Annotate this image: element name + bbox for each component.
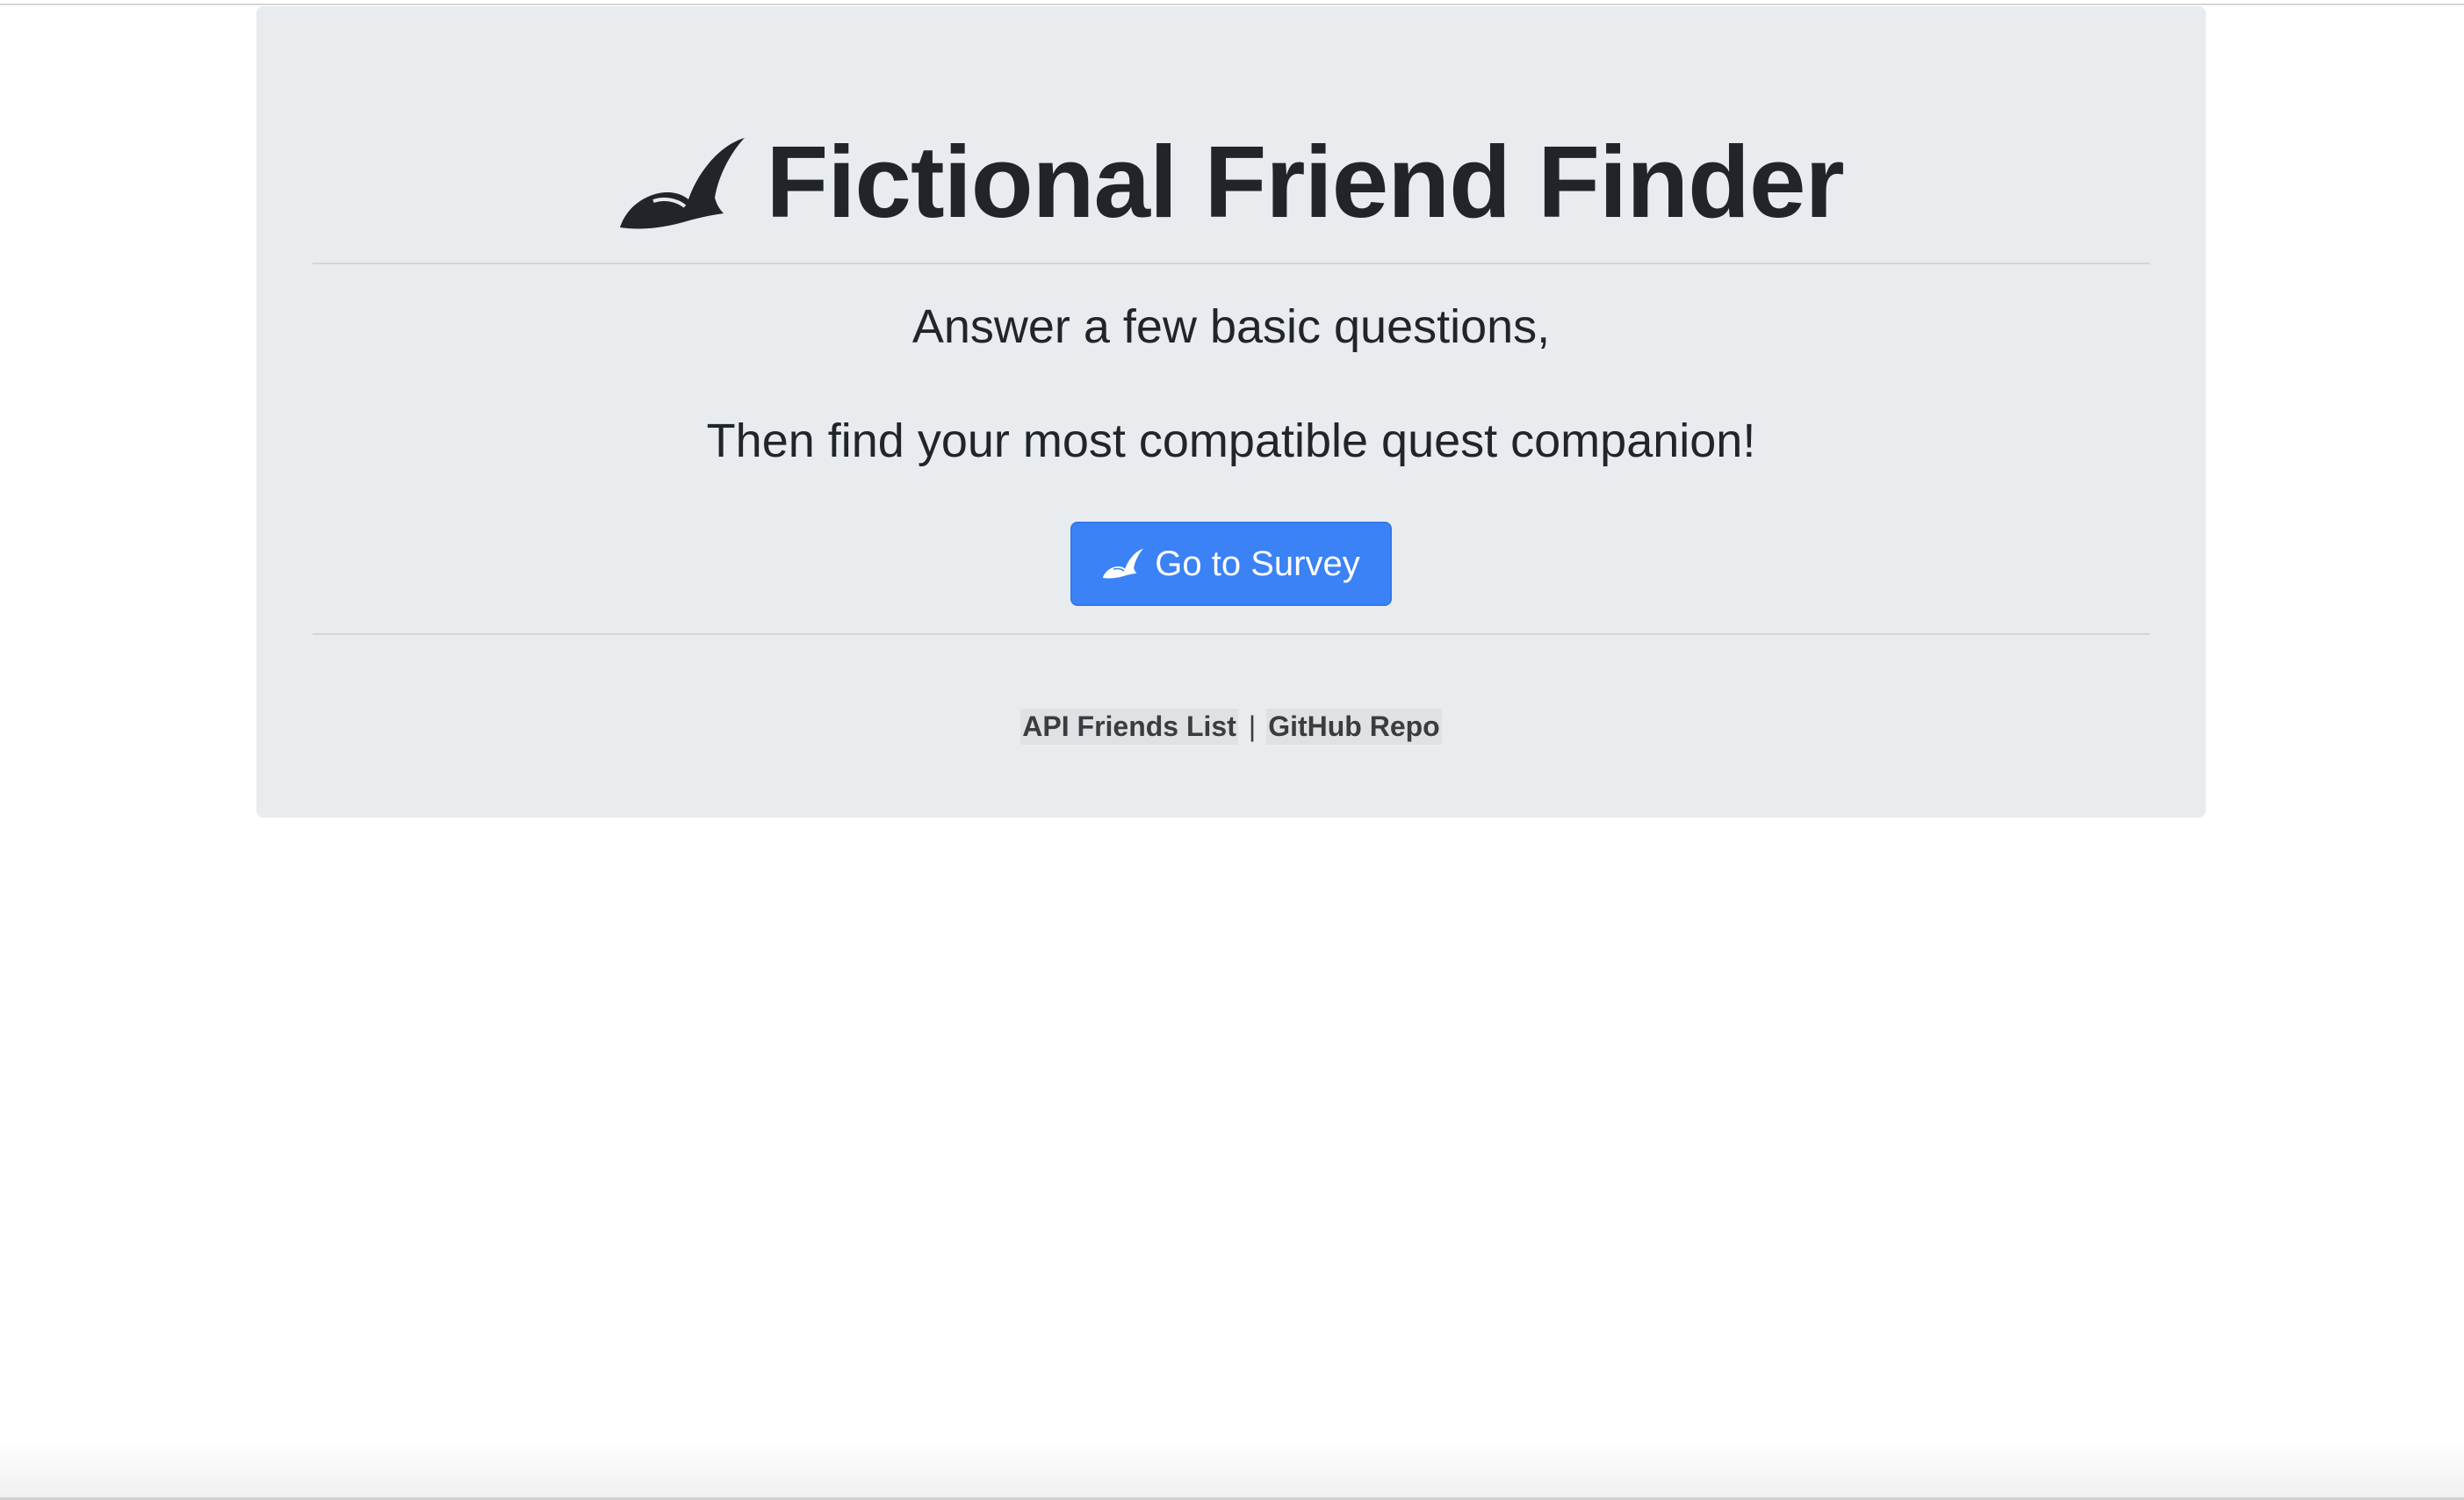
lead-text-2: Then find your most compatible quest com…	[706, 415, 1756, 467]
button-wrapper: Go to Survey	[256, 522, 2206, 606]
title-row: Fictional Friend Finder	[256, 120, 2206, 243]
window-bottom-edge	[0, 1440, 2464, 1500]
page-title: Fictional Friend Finder	[766, 125, 1844, 239]
link-separator: |	[1248, 710, 1257, 742]
lead-text-1: Answer a few basic questions,	[911, 300, 1551, 353]
feathered-hat-icon	[1103, 548, 1144, 579]
api-friends-list-link[interactable]: API Friends List	[1020, 709, 1238, 745]
go-to-survey-label: Go to Survey	[1155, 544, 1360, 583]
footer-links: API Friends List | GitHub Repo	[256, 709, 2206, 745]
jumbotron: Fictional Friend Finder Answer a few bas…	[256, 6, 2206, 818]
feathered-hat-icon	[620, 138, 746, 229]
github-repo-link[interactable]: GitHub Repo	[1266, 709, 1442, 745]
go-to-survey-button[interactable]: Go to Survey	[1070, 522, 1392, 606]
divider	[313, 263, 2150, 264]
divider	[313, 633, 2150, 635]
browser-top-border	[0, 0, 2464, 5]
